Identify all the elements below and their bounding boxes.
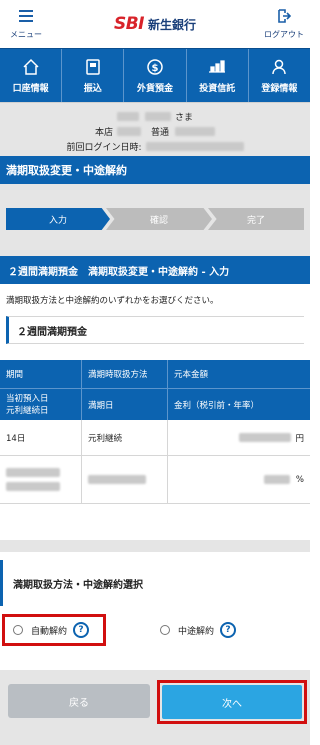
redacted-date: [88, 475, 146, 484]
redacted-date: [6, 468, 60, 477]
back-button[interactable]: 戻る: [8, 684, 150, 718]
person-icon: [269, 57, 289, 77]
svg-text:$: $: [152, 63, 159, 74]
hamburger-icon: [19, 9, 33, 27]
col-header-principal: 元本金額: [174, 370, 209, 380]
app-header: メニュー SBI 新生銀行 ログアウト: [0, 0, 310, 48]
nav-label: 口座情報: [12, 84, 49, 94]
table-header-row: 期間 満期時取扱方法 元本金額: [0, 360, 310, 388]
nav-label: 登録情報: [261, 84, 298, 94]
nav-item-registration[interactable]: 登録情報: [249, 49, 310, 102]
product-heading: ２週間満期預金: [6, 316, 304, 344]
menu-button[interactable]: メニュー: [6, 9, 46, 40]
account-type: 普通: [151, 128, 170, 138]
next-button[interactable]: 次へ: [162, 685, 302, 719]
page-title: 満期取扱変更・中途解約: [0, 156, 310, 184]
col-header-deposit-date: 当初預入日 元利継続日: [0, 389, 82, 420]
redacted-branch: [117, 127, 141, 136]
nav-label: 外貨預金: [137, 84, 174, 94]
redacted-account-number: [175, 127, 216, 136]
branch-label: 本店: [94, 128, 113, 138]
home-icon: [21, 57, 41, 77]
option-auto-cancel[interactable]: 自動解約 ?: [2, 614, 106, 646]
step-complete: 完了: [208, 208, 304, 230]
redacted-rate: [263, 475, 290, 484]
section-title: ２週間満期預金 満期取扱変更・中途解約 - 入力: [0, 256, 310, 284]
redacted-name: [116, 112, 139, 121]
nav-label: 投資信託: [199, 84, 236, 94]
option-early-cancel[interactable]: 中途解約 ?: [158, 614, 237, 646]
brand-logo: SBI 新生銀行: [114, 14, 196, 34]
unit-percent: %: [295, 474, 304, 485]
honorific: さま: [174, 113, 193, 123]
col-header-period: 期間: [0, 360, 82, 388]
nav-item-investment-trust[interactable]: 投資信託: [187, 49, 249, 102]
brand-name: 新生銀行: [148, 17, 197, 32]
main-nav: 口座情報 振込 $ 外貨預金 投資信託 登録情報: [0, 48, 310, 102]
account-name-row: さま: [0, 109, 310, 124]
cell-principal: 円: [168, 420, 310, 455]
instruction-text: 満期取扱方法と中途解約のいずれかをお選びください。: [6, 296, 219, 306]
redacted-date: [6, 482, 60, 491]
option-label: 自動解約: [31, 626, 68, 637]
logout-label: ログアウト: [263, 29, 304, 39]
nav-item-transfer[interactable]: 振込: [62, 49, 125, 102]
investment-icon: [207, 57, 227, 77]
section-divider: [0, 540, 310, 552]
col-header-maturity-date: 満期日: [82, 389, 168, 420]
account-info: さま 本店 普通 前回ログイン日時:: [0, 102, 310, 156]
table-row: %: [0, 456, 310, 504]
menu-label: メニュー: [10, 29, 42, 39]
logout-button[interactable]: ログアウト: [263, 8, 304, 40]
table-header-row: 当初預入日 元利継続日 満期日 金利（税引前・年率）: [0, 388, 310, 420]
table-row: 14日 元利継続 円: [0, 420, 310, 456]
deposit-table: 期間 満期時取扱方法 元本金額 当初預入日 元利継続日 満期日 金利（税引前・年…: [0, 360, 310, 504]
account-number-row: 本店 普通: [0, 124, 310, 139]
redacted-name: [144, 112, 171, 121]
step-confirm: 確認: [106, 208, 212, 230]
nav-item-fx-deposit[interactable]: $ 外貨預金: [124, 49, 187, 102]
cell-maturity-date: [82, 456, 168, 503]
redacted-amount: [239, 433, 292, 442]
cell-dates: [0, 456, 82, 503]
help-icon[interactable]: ?: [73, 622, 90, 638]
help-icon[interactable]: ?: [220, 622, 237, 638]
nav-label: 振込: [83, 84, 102, 94]
cell-period: 14日: [0, 420, 82, 455]
step-input: 入力: [6, 208, 110, 230]
radio-auto-cancel[interactable]: [13, 625, 23, 635]
transfer-icon: [83, 57, 103, 77]
dollar-coin-icon: $: [145, 57, 165, 77]
col-header-maturity-method: 満期時取扱方法: [82, 360, 168, 388]
last-login-label: 前回ログイン日時:: [66, 143, 142, 153]
brand-sbi: SBI: [113, 14, 145, 34]
radio-early-cancel[interactable]: [160, 625, 170, 635]
option-label: 中途解約: [178, 626, 215, 637]
last-login-row: 前回ログイン日時:: [0, 139, 310, 154]
selection-heading: 満期取扱方法・中途解約選択: [0, 560, 310, 606]
nav-item-account-info[interactable]: 口座情報: [0, 49, 63, 102]
selection-options: 自動解約 ? 中途解約 ?: [0, 606, 310, 662]
col-header-rate: 金利（税引前・年率）: [174, 400, 260, 411]
unit-yen: 円: [295, 433, 304, 444]
cell-rate: %: [168, 456, 310, 503]
cell-method: 元利継続: [82, 420, 168, 455]
next-button-highlight: 次へ: [157, 680, 307, 724]
logout-icon: [277, 8, 292, 27]
progress-steps: 入力 確認 完了: [0, 184, 310, 256]
redacted-last-login: [145, 142, 244, 151]
